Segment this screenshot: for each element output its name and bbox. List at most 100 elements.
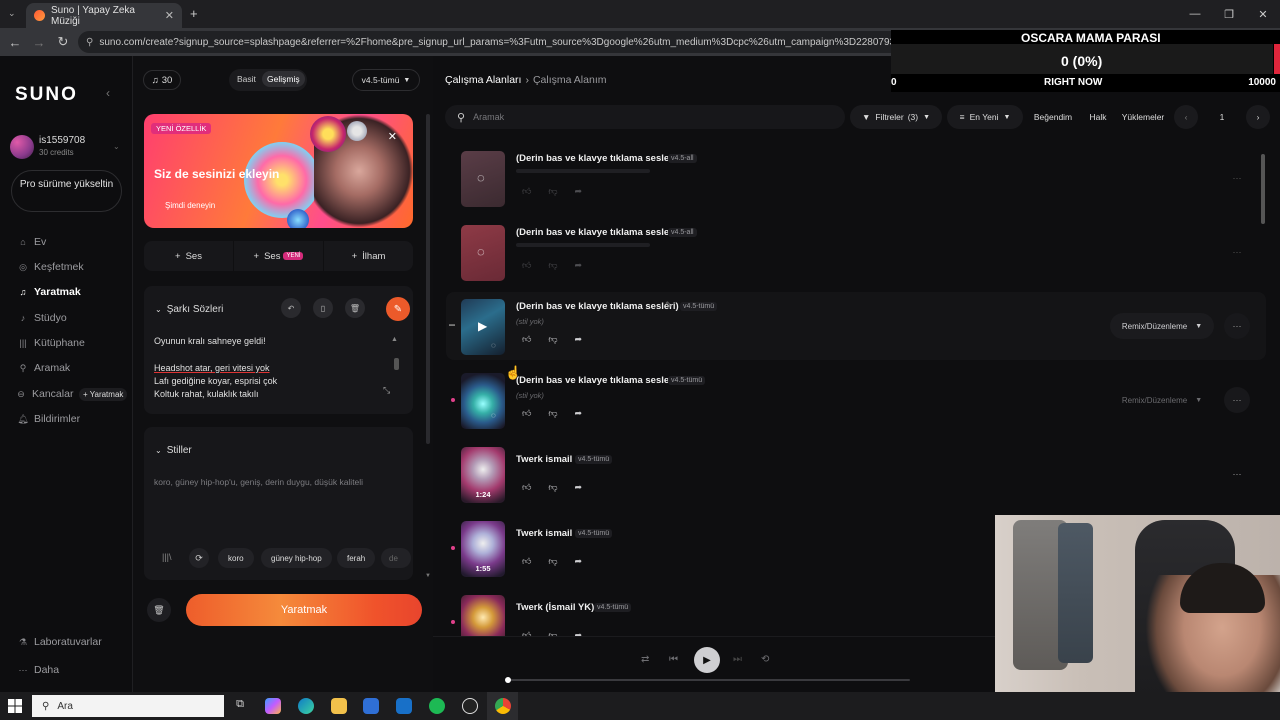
search-input[interactable]: ⚲ Aramak: [445, 105, 845, 129]
remix-edit-button[interactable]: Remix/Düzenleme ▼: [1110, 387, 1214, 413]
obs-icon[interactable]: [462, 698, 478, 714]
expand-icon[interactable]: ⤡: [383, 385, 390, 396]
song-thumbnail[interactable]: 1:24: [461, 447, 505, 503]
thumbs-down-icon[interactable]: 👎︎: [548, 556, 557, 567]
next-icon[interactable]: ⏭︎: [733, 654, 742, 665]
song-title[interactable]: (Derin bas ve klavye tıklama sesleri): [516, 227, 679, 238]
thumbs-up-icon[interactable]: 👍︎: [522, 334, 531, 345]
thumbs-up-icon[interactable]: 👍︎: [522, 260, 531, 271]
play-icon[interactable]: ▶: [478, 319, 487, 333]
add-voice-button[interactable]: + Ses YENİ: [234, 241, 324, 271]
mode-toggle[interactable]: Basit Gelişmiş: [229, 69, 307, 91]
style-chip[interactable]: ferah: [337, 548, 376, 568]
new-tab-icon[interactable]: +: [190, 6, 198, 21]
sidebar-item-more[interactable]: ⋯ Daha: [17, 664, 60, 676]
task-view-icon[interactable]: ⧉: [232, 698, 248, 714]
version-select[interactable]: v4.5-tümü ▼: [352, 69, 420, 91]
close-window-icon[interactable]: ✕: [1246, 8, 1280, 21]
filters-button[interactable]: ▼ Filtreler (3) ▼: [850, 105, 942, 129]
styles-header[interactable]: ⌄ Stiller: [155, 445, 192, 456]
close-tab-icon[interactable]: ✕: [165, 9, 174, 22]
more-options-icon[interactable]: ⋯: [1224, 313, 1250, 339]
song-thumbnail[interactable]: ◌: [461, 373, 505, 429]
forward-icon[interactable]: →: [27, 35, 51, 50]
edge-icon[interactable]: [298, 698, 314, 714]
taskbar-search[interactable]: ⚲ Ara: [32, 695, 224, 717]
breadcrumb-root[interactable]: Çalışma Alanları: [445, 74, 521, 86]
sidebar-item-notifications[interactable]: 🔔︎ Bildirimler: [17, 413, 80, 425]
promo-banner[interactable]: YENİ ÖZELLİK Siz de sesinizi ekleyin Şim…: [144, 114, 413, 228]
back-icon[interactable]: ←: [3, 35, 27, 50]
share-icon[interactable]: ➦: [575, 482, 583, 493]
next-page-icon[interactable]: ›: [1246, 105, 1270, 129]
windows-start-icon[interactable]: [8, 699, 22, 713]
shuffle-icon[interactable]: ⇄: [641, 654, 649, 665]
avatar[interactable]: [10, 135, 34, 159]
more-options-icon[interactable]: ⋯: [1224, 387, 1250, 413]
song-thumbnail[interactable]: ◌: [461, 225, 505, 281]
more-options-icon[interactable]: ⋯: [1224, 461, 1250, 487]
prev-page-icon[interactable]: ‹: [1174, 105, 1198, 129]
site-info-icon[interactable]: ⚲: [86, 37, 93, 48]
thumbs-down-icon[interactable]: 👎︎: [548, 186, 557, 197]
song-thumbnail[interactable]: [461, 595, 505, 636]
more-options-icon[interactable]: ⋯: [1224, 165, 1250, 191]
share-icon[interactable]: ➦: [575, 334, 583, 345]
workspace-scrollbar[interactable]: [1261, 154, 1265, 224]
restore-icon[interactable]: ❐: [1212, 8, 1246, 21]
chrome-icon[interactable]: [495, 698, 511, 714]
mail-icon[interactable]: [396, 698, 412, 714]
clear-trash-icon[interactable]: 🗑︎: [147, 598, 171, 622]
share-icon[interactable]: ➦: [575, 556, 583, 567]
lyrics-line[interactable]: Headshot atar, geri vitesi yok: [154, 363, 270, 373]
song-title[interactable]: (Derin bas ve klavye tıklama sesleri): [516, 153, 679, 164]
page-number[interactable]: 1: [1207, 105, 1237, 129]
bookmark-icon[interactable]: ▯: [313, 298, 333, 318]
mode-advanced-tab[interactable]: Gelişmiş: [262, 71, 305, 87]
sidebar-item-hooks[interactable]: ⊖ Kancalar: [15, 388, 73, 400]
thumbs-down-icon[interactable]: 👎︎: [548, 408, 557, 419]
drag-handle-icon[interactable]: ▬: [449, 322, 455, 328]
thumbs-down-icon[interactable]: 👎︎: [548, 260, 557, 271]
share-icon[interactable]: ➦: [575, 260, 583, 271]
song-title[interactable]: (Derin bas ve klavye tıklama sesleri): [516, 301, 679, 312]
thumbs-up-icon[interactable]: 👍︎: [522, 186, 531, 197]
song-title[interactable]: Twerk ismail: [516, 454, 572, 465]
mode-simple-tab[interactable]: Basit: [237, 74, 256, 84]
undo-icon[interactable]: ↶: [281, 298, 301, 318]
collapse-sidebar-icon[interactable]: ‹: [106, 86, 110, 100]
public-filter-button[interactable]: Halk: [1083, 105, 1113, 129]
panel-scrollbar[interactable]: [426, 114, 430, 444]
thumbs-down-icon[interactable]: 👎︎: [548, 482, 557, 493]
credits-pill[interactable]: ♫ 30: [143, 70, 181, 90]
style-chip[interactable]: de: [381, 548, 411, 568]
song-title[interactable]: Twerk ismail: [516, 528, 572, 539]
song-row[interactable]: 1:24 Twerk ismail v4.5-tümü 👍︎ 👎︎ ➦ ⋯: [446, 440, 1266, 508]
minimize-icon[interactable]: —: [1178, 8, 1212, 20]
previous-icon[interactable]: ⏮︎: [669, 654, 678, 665]
close-icon[interactable]: ✕: [388, 130, 397, 143]
sidebar-item-create[interactable]: ♫ Yaratmak: [17, 286, 81, 298]
add-inspo-button[interactable]: + İlham: [324, 241, 413, 271]
uploads-filter-button[interactable]: Yüklemeler: [1117, 105, 1169, 129]
tab-search-icon[interactable]: ⌄: [8, 8, 16, 19]
sidebar-item-search[interactable]: ⚲ Aramak: [17, 362, 70, 374]
sidebar-item-explore[interactable]: ◎ Keşfetmek: [17, 261, 84, 273]
copilot-icon[interactable]: [265, 698, 281, 714]
scroll-down-icon[interactable]: ▼: [425, 573, 431, 579]
style-chip[interactable]: güney hip-hop: [261, 548, 332, 568]
promo-cta[interactable]: Şimdi deneyin: [165, 201, 215, 210]
lyrics-line[interactable]: Oyunun kralı sahneye geldi!: [154, 336, 266, 346]
browser-tab[interactable]: Suno | Yapay Zeka Müziği ✕: [26, 3, 182, 28]
sort-button[interactable]: ≡ En Yeni ▼: [947, 105, 1023, 129]
progress-knob[interactable]: [505, 677, 511, 683]
liked-filter-button[interactable]: Beğendim: [1027, 105, 1079, 129]
sidebar-item-home[interactable]: ⌂ Ev: [17, 236, 46, 248]
style-chip[interactable]: koro: [218, 548, 254, 568]
sidebar-item-studio[interactable]: ♪ Stüdyo: [17, 312, 67, 324]
song-title[interactable]: Twerk (İsmail YK): [516, 602, 594, 613]
song-row[interactable]: ▬ ▶ ◌ (Derin bas ve klavye tıklama sesle…: [446, 292, 1266, 360]
song-thumbnail[interactable]: 1:55: [461, 521, 505, 577]
share-icon[interactable]: ➦: [575, 186, 583, 197]
store-icon[interactable]: [363, 698, 379, 714]
